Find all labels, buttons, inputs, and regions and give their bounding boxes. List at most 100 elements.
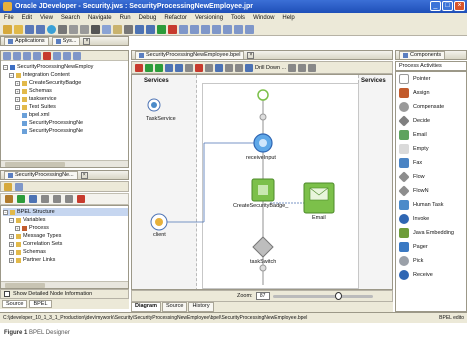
zoom-slider-knob[interactable] <box>334 291 342 300</box>
menu-tools[interactable]: Tools <box>231 15 245 21</box>
align-icon[interactable] <box>185 63 193 72</box>
menu-versioning[interactable]: Versioning <box>195 15 223 21</box>
new-icon[interactable] <box>3 24 12 34</box>
undo-icon[interactable] <box>69 24 78 34</box>
palette-item-pager[interactable]: Pager <box>396 240 466 254</box>
delete-icon[interactable] <box>77 195 85 203</box>
tab-diagram[interactable]: Diagram <box>131 302 162 312</box>
menu-window[interactable]: Window <box>253 15 274 21</box>
stop-icon[interactable] <box>43 51 51 60</box>
drill-down-icon[interactable] <box>245 63 253 72</box>
find-icon[interactable] <box>124 24 133 34</box>
tree-row[interactable]: + CreateSecurityBadge <box>3 79 128 87</box>
compare-icon[interactable] <box>223 24 232 34</box>
tree-row[interactable]: + Correlation Sets <box>3 240 128 248</box>
tree-row[interactable]: + Partner Links <box>3 256 128 264</box>
palette-item-assign[interactable]: Assign <box>396 86 466 100</box>
grid-icon[interactable] <box>205 63 213 72</box>
tree-row[interactable]: − Variables <box>3 216 128 224</box>
collapse-icon[interactable] <box>23 51 31 60</box>
palette-item-pointer[interactable]: Pointer <box>396 72 466 86</box>
horizontal-scrollbar[interactable] <box>1 281 128 288</box>
tab-history[interactable]: History <box>188 302 214 312</box>
tab-bpel[interactable]: BPEL <box>29 300 52 308</box>
drill-down-button[interactable]: Drill Down ... <box>255 65 286 71</box>
rebuild-icon[interactable] <box>146 24 155 34</box>
scrollbar-thumb[interactable] <box>5 283 45 288</box>
tab-structure[interactable]: SecurityProcessingNe... <box>4 171 78 179</box>
refresh-icon[interactable] <box>3 51 11 60</box>
zoom-icon[interactable] <box>235 63 243 72</box>
palette-category-dropdown[interactable]: Process Activities <box>395 61 467 71</box>
tree-row[interactable]: + taskservice <box>3 95 128 103</box>
tree-row[interactable]: + Schemas <box>3 87 128 95</box>
tree-row[interactable]: SecurityProcessingNe <box>3 127 128 135</box>
history-icon[interactable] <box>212 24 221 34</box>
collapse-icon[interactable] <box>298 63 307 72</box>
menu-file[interactable]: File <box>4 15 14 21</box>
error-icon[interactable] <box>195 63 203 72</box>
tree-row[interactable]: + Test Suites <box>3 103 128 111</box>
palette-item-flown[interactable]: FlowN <box>396 184 466 198</box>
print-icon[interactable] <box>215 63 223 72</box>
detailed-node-info-checkbox[interactable] <box>4 291 10 297</box>
grid-toggle-icon[interactable] <box>308 63 317 72</box>
layout-icon[interactable] <box>225 63 233 72</box>
profile-icon[interactable] <box>179 24 188 34</box>
deploy-icon[interactable] <box>190 24 199 34</box>
close-icon[interactable]: × <box>80 171 88 179</box>
new-view-icon[interactable] <box>15 182 23 191</box>
make-icon[interactable] <box>135 24 144 34</box>
expand-expander[interactable]: + <box>9 249 14 255</box>
expand-expander[interactable]: + <box>15 88 20 94</box>
partner-link-icon[interactable] <box>175 63 183 72</box>
help-icon[interactable] <box>245 24 254 34</box>
palette-item-pick[interactable]: Pick <box>396 254 466 268</box>
sort-icon[interactable] <box>33 51 41 60</box>
menu-search[interactable]: Search <box>61 15 80 21</box>
close-button[interactable]: × <box>454 1 465 11</box>
palette-item-invoke[interactable]: Invoke <box>396 212 466 226</box>
forward-icon[interactable] <box>58 24 67 34</box>
tree-row[interactable]: bpel.xml <box>3 111 128 119</box>
run-icon[interactable] <box>157 24 166 34</box>
palette-item-compensate[interactable]: Compensate <box>396 100 466 114</box>
collapse-expander[interactable]: − <box>9 72 14 78</box>
collapse-all-icon[interactable] <box>29 195 37 203</box>
add-icon[interactable] <box>53 195 61 203</box>
close-icon[interactable]: × <box>247 51 255 59</box>
palette-item-decide[interactable]: Decide <box>396 114 466 128</box>
tree-row[interactable]: + Process <box>3 224 128 232</box>
validate-icon[interactable] <box>135 63 143 72</box>
menu-view[interactable]: View <box>40 15 53 21</box>
tree-row[interactable]: − SecurityProcessingNewEmploy <box>3 63 128 71</box>
tab-bpel-editor[interactable]: SecurityProcessingNewEmployee.bpel <box>135 51 245 59</box>
expand-expander[interactable]: + <box>9 241 14 247</box>
open-icon[interactable] <box>14 24 23 34</box>
save-icon[interactable] <box>25 24 34 34</box>
detailed-node-info-row[interactable]: Show Detailed Node Information <box>0 289 129 299</box>
copy-icon[interactable] <box>102 24 111 34</box>
tab-source[interactable]: Source <box>162 302 188 312</box>
palette-item-empty[interactable]: Empty <box>396 142 466 156</box>
minimize-button[interactable]: _ <box>430 1 441 11</box>
tree-icon[interactable] <box>53 51 61 60</box>
bpel-designer-canvas[interactable]: Services Services TaskService receiveInp… <box>131 74 393 290</box>
expand-expander[interactable]: + <box>15 225 20 231</box>
tab-components[interactable]: Components <box>399 51 446 59</box>
tree-row-selected[interactable]: − BPEL Structure <box>3 208 128 216</box>
expand-expander[interactable]: + <box>9 257 14 263</box>
close-icon[interactable]: × <box>83 37 91 45</box>
tree-row[interactable]: + Message Types <box>3 232 128 240</box>
menu-edit[interactable]: Edit <box>22 15 32 21</box>
menu-run[interactable]: Run <box>120 15 131 21</box>
paste-icon[interactable] <box>113 24 122 34</box>
redo-icon[interactable] <box>80 24 89 34</box>
palette-item-human-task[interactable]: Human Task <box>396 198 466 212</box>
save-all-icon[interactable] <box>36 24 45 34</box>
maximize-button[interactable]: □ <box>442 1 453 11</box>
task-switch-node[interactable] <box>252 236 274 258</box>
expand-expander[interactable]: + <box>15 96 20 102</box>
collapse-expander[interactable]: − <box>3 64 8 70</box>
tab-applications[interactable]: Applications <box>4 37 49 45</box>
